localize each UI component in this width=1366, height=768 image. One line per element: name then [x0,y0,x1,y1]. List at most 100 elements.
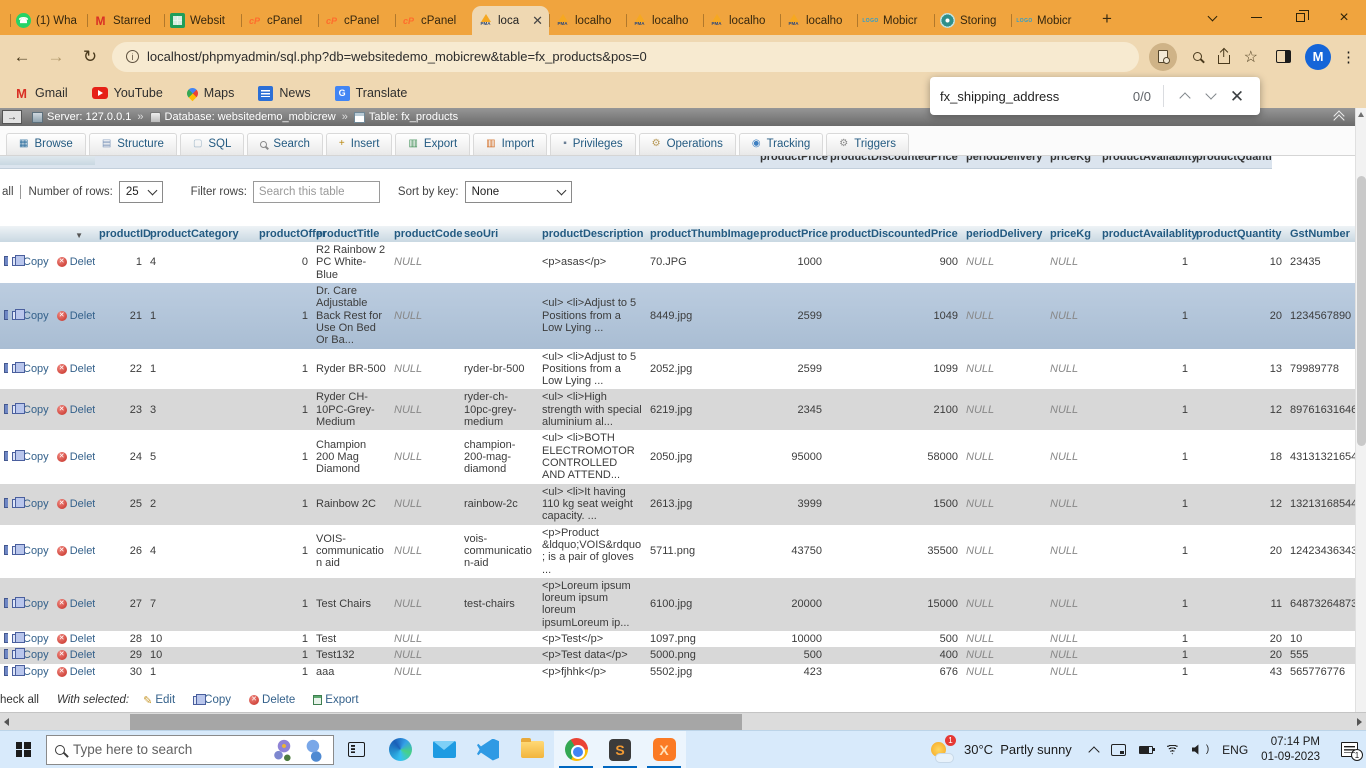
delete-icon[interactable] [57,546,67,556]
browser-tab[interactable]: Websit [164,6,241,35]
pma-tab-browse[interactable]: ▦Browse [6,133,86,155]
copy-icon[interactable] [12,499,20,508]
delete-link[interactable]: Delete [70,666,95,678]
taskbar-search[interactable] [46,735,334,765]
column-header-productDiscountedPrice[interactable]: productDiscountedPrice [826,226,962,242]
restore-button[interactable] [1278,0,1322,35]
copy-link[interactable]: Copy [23,498,49,510]
zoom-icon[interactable] [1193,52,1202,61]
back-icon[interactable]: ← [10,47,34,67]
pma-tab-sql[interactable]: ▢SQL [180,133,244,155]
horizontal-scrollbar[interactable] [0,712,1366,730]
copy-icon[interactable] [12,599,20,608]
copy-link[interactable]: Copy [23,451,49,463]
breadcrumb-table[interactable]: Table: fx_products [369,111,458,123]
browser-tab[interactable]: ☎(1) Wha [10,6,87,35]
delete-icon[interactable] [57,311,67,321]
column-header-productQuantity[interactable]: productQuantity [1192,226,1286,242]
delete-selected-button[interactable]: Delete [249,694,295,707]
find-query-input[interactable]: fx_shipping_address [940,89,1133,104]
reload-icon[interactable]: ↻ [78,47,102,67]
delete-link[interactable]: Delete [70,310,95,322]
delete-link[interactable]: Delete [70,598,95,610]
find-close-icon[interactable]: ✕ [1224,83,1250,109]
column-header-productPrice[interactable]: productPrice [756,226,826,242]
pma-tab-tracking[interactable]: ◉Tracking [739,133,823,155]
horizontal-scroll-thumb[interactable] [130,714,742,730]
inline-edit-icon-clipped[interactable] [4,310,8,320]
column-header-productCategory[interactable]: productCategory [146,226,255,242]
breadcrumb-server[interactable]: Server: 127.0.0.1 [47,111,131,123]
inline-edit-icon-clipped[interactable] [4,666,8,676]
copy-link[interactable]: Copy [23,256,49,268]
taskbar-explorer-button[interactable] [510,731,554,768]
tab-close-icon[interactable]: ✕ [532,14,543,27]
column-header-periodDelivery[interactable]: periodDelivery [962,226,1046,242]
pma-tab-structure[interactable]: ▤Structure [89,133,177,155]
column-header-productID[interactable]: productID [95,226,146,242]
start-button[interactable] [0,731,46,768]
pma-tab-operations[interactable]: ⚙Operations [639,133,736,155]
forward-icon[interactable]: → [44,47,68,67]
touch-keyboard-icon[interactable] [1111,744,1126,756]
browser-tab[interactable]: Storing [934,6,1011,35]
check-all-link[interactable]: heck all [0,694,39,706]
close-button[interactable]: × [1322,0,1366,35]
delete-icon[interactable] [57,405,67,415]
rows-count-select[interactable]: 25 [119,181,163,203]
battery-icon[interactable] [1139,746,1153,754]
inline-edit-icon-clipped[interactable] [4,598,8,608]
pma-tab-search[interactable]: Search [247,133,322,155]
taskbar-search-input[interactable] [73,742,265,757]
bookmark-star-icon[interactable]: ☆ [1244,47,1258,67]
column-header-productThumbImage[interactable]: productThumbImage [646,226,756,242]
tab-search-chevron-icon[interactable] [1190,0,1234,35]
share-icon[interactable] [1218,55,1230,64]
taskbar-clock[interactable]: 07:14 PM 01-09-2023 [1261,735,1320,765]
copy-link[interactable]: Copy [23,310,49,322]
copy-icon[interactable] [12,634,20,643]
delete-link[interactable]: Delete [70,633,95,645]
bookmark-translate[interactable]: GTranslate [335,86,408,101]
copy-icon[interactable] [12,546,20,555]
bookmark-gmail[interactable]: MGmail [14,86,68,101]
column-options-icon[interactable]: ▼ [75,231,83,240]
inline-edit-icon-clipped[interactable] [4,256,8,266]
scroll-left-arrow-icon[interactable] [4,718,9,726]
taskbar-chrome-button[interactable] [554,731,598,768]
column-header-seoUri[interactable]: seoUri [460,226,538,242]
delete-link[interactable]: Delete [70,649,95,661]
export-selected-button[interactable]: Export [313,694,358,707]
copy-icon[interactable] [12,405,20,414]
profile-avatar[interactable]: M [1305,44,1331,70]
browser-tab[interactable]: MStarred [87,6,164,35]
delete-link[interactable]: Delete [70,256,95,268]
filter-rows-input[interactable] [253,181,380,203]
sort-by-key-select[interactable]: None [465,181,572,203]
find-in-page-icon[interactable] [1149,43,1177,71]
delete-icon[interactable] [57,667,67,677]
copy-icon[interactable] [12,650,20,659]
copy-selected-button[interactable]: Copy [193,694,231,707]
column-header-priceKg[interactable]: priceKg [1046,226,1098,242]
bookmark-maps[interactable]: Maps [187,86,235,100]
flower-doodle-icon[interactable] [303,737,325,763]
inline-edit-icon-clipped[interactable] [4,545,8,555]
copy-link[interactable]: Copy [23,545,49,557]
browser-tab[interactable]: PMAlocalho [549,6,626,35]
pma-tab-insert[interactable]: +Insert [326,133,393,155]
bookmark-youtube[interactable]: YouTube [92,86,163,100]
taskbar-sublime-button[interactable]: S [598,731,642,768]
delete-icon[interactable] [57,650,67,660]
copy-link[interactable]: Copy [23,666,49,678]
taskbar-xampp-button[interactable]: X [642,731,686,768]
copy-link[interactable]: Copy [23,363,49,375]
browser-tab[interactable]: PMAlocalho [780,6,857,35]
delete-icon[interactable] [57,499,67,509]
delete-icon[interactable] [57,634,67,644]
taskbar-edge-button[interactable] [378,731,422,768]
browser-tab[interactable]: PMAlocalho [626,6,703,35]
inline-edit-icon-clipped[interactable] [4,404,8,414]
taskbar-weather[interactable]: 1 30°C Partly sunny [919,737,1082,762]
taskbar-vscode-button[interactable] [466,731,510,768]
